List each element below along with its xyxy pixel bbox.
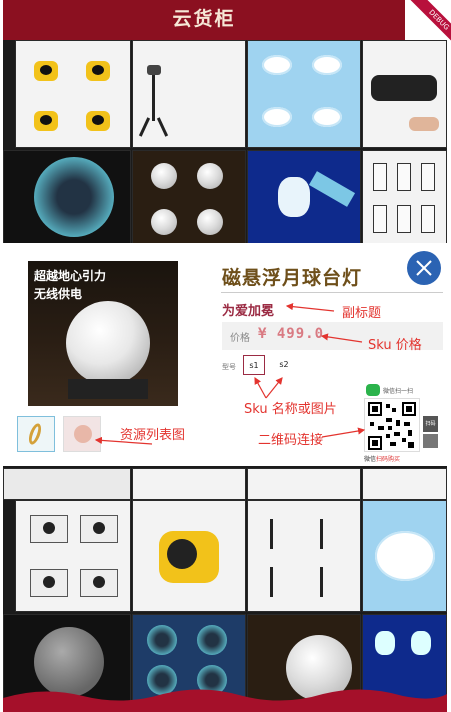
- qr-side-button[interactable]: 扫码: [423, 416, 438, 432]
- image-headline-1: 超越地心引力: [34, 269, 107, 283]
- grid-tile-tripod[interactable]: [132, 40, 246, 148]
- annotation-subtitle: 副标题: [342, 306, 382, 321]
- grid-tile-tripods[interactable]: [247, 500, 361, 612]
- resource-thumb-ring[interactable]: [17, 416, 55, 452]
- title-divider: [221, 292, 443, 293]
- sku-label: 型号: [222, 363, 236, 371]
- close-button[interactable]: [407, 251, 441, 285]
- qr-code-icon: [368, 402, 416, 450]
- wechat-qr-widget: 微信扫一扫 扫码 微信扫码购买: [364, 384, 442, 466]
- wechat-icon: [366, 384, 380, 396]
- bottom-decoration: [3, 689, 447, 712]
- grid-tile-row-b[interactable]: [132, 468, 246, 500]
- annotation-qr-link: 二维码连接: [258, 433, 324, 448]
- grid-tile-robot-large[interactable]: [132, 500, 246, 612]
- qr-side-icon[interactable]: [423, 434, 438, 448]
- wechat-label: 微信扫一扫: [383, 388, 414, 395]
- sku-option-s1[interactable]: s1: [243, 355, 265, 375]
- price-label: 价格: [230, 333, 250, 344]
- grid-tile-row-a[interactable]: [3, 468, 131, 500]
- app-header: 云货柜: [3, 0, 405, 40]
- grid-tile-robots[interactable]: [15, 40, 131, 148]
- annotation-sku-price: Sku 价格: [368, 338, 422, 353]
- grid-tile-moon-lamps[interactable]: [132, 150, 246, 244]
- grid-tile-cards[interactable]: [362, 150, 447, 244]
- grid-tile-row-d[interactable]: [362, 468, 447, 500]
- lamp-base-image: [68, 379, 148, 399]
- resource-thumb-hand[interactable]: [63, 416, 101, 452]
- grid-tile-keychain[interactable]: [247, 150, 361, 244]
- qr-footer: 微信扫码购买: [364, 454, 400, 463]
- product-main-image[interactable]: 超越地心引力 无线供电: [28, 261, 178, 406]
- product-subtitle: 为爱加冕: [222, 304, 275, 319]
- qr-footer-prefix: 微信: [364, 456, 377, 463]
- annotation-resource-list: 资源列表图: [120, 428, 186, 443]
- price-value: ¥ 499.0: [258, 326, 325, 342]
- grid-tile-row-c[interactable]: [247, 468, 361, 500]
- grid-tile-cameras[interactable]: [15, 500, 131, 612]
- app-title: 云货柜: [172, 8, 236, 30]
- product-popup: 超越地心引力 无线供电 磁悬浮月球台灯 为爱加冕 价格 ¥ 499.0 型号 s…: [3, 243, 447, 466]
- grid-tile-globe[interactable]: [3, 150, 131, 244]
- qr-footer-highlight: 扫码购买: [376, 456, 401, 463]
- image-headline-2: 无线供电: [34, 287, 83, 301]
- moon-lamp-image: [66, 301, 150, 385]
- grid-tile-mouse-large[interactable]: [362, 500, 447, 612]
- screen: 云货柜 DEBUG 超越地心引力 无线供电 磁悬浮月球台灯 为爱加冕 价格 ¥ …: [0, 0, 451, 712]
- annotation-sku-name: Sku 名称或图片: [244, 402, 337, 417]
- close-icon: [416, 260, 432, 276]
- product-title: 磁悬浮月球台灯: [222, 267, 363, 289]
- qr-code[interactable]: [364, 398, 420, 452]
- sku-option-s2[interactable]: s2: [273, 355, 295, 375]
- debug-badge: DEBUG: [391, 0, 451, 60]
- grid-tile-mice[interactable]: [247, 40, 361, 148]
